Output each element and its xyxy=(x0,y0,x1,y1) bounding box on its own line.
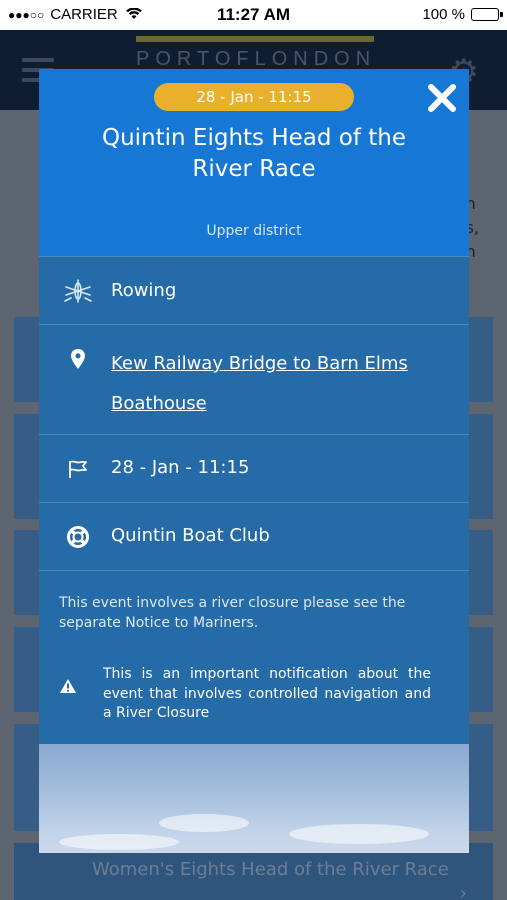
location-pin-icon xyxy=(63,344,93,374)
location-row[interactable]: Kew Railway Bridge to Barn Elms Boathous… xyxy=(39,324,469,434)
event-detail-modal: 28 - Jan - 11:15 Quintin Eights Head of … xyxy=(39,69,469,853)
battery-percent: 100 % xyxy=(422,6,465,23)
start-row: 28 - Jan - 11:15 xyxy=(39,434,469,502)
logo-text: PORTOFLONDON xyxy=(136,48,377,70)
warning-text: This is an important notification about … xyxy=(103,666,431,721)
close-icon[interactable] xyxy=(425,81,459,115)
start-time-label: 28 - Jan - 11:15 xyxy=(111,457,250,478)
close-button[interactable] xyxy=(425,81,459,115)
activity-row: Rowing xyxy=(39,256,469,324)
chevron-right-icon: › xyxy=(459,883,467,900)
flag-icon xyxy=(63,454,93,484)
location-link[interactable]: Kew Railway Bridge to Barn Elms Boathous… xyxy=(111,344,421,424)
battery-icon xyxy=(471,8,503,21)
activity-label: Rowing xyxy=(111,280,177,301)
modal-header: 28 - Jan - 11:15 Quintin Eights Head of … xyxy=(39,69,469,256)
warning-notification: This is an important notification about … xyxy=(39,640,469,743)
event-district: Upper district xyxy=(206,223,302,239)
event-photo xyxy=(39,744,469,853)
status-right: 100 % xyxy=(422,6,503,23)
river-closure-notice: This event involves a river closure plea… xyxy=(39,570,469,640)
status-bar: ●●●○○ CARRIER 11:27 AM 100 % xyxy=(0,0,507,30)
logo-bar xyxy=(136,36,374,42)
background-card-title: Women's Eights Head of the River Race xyxy=(92,859,449,880)
organiser-row: Quintin Boat Club xyxy=(39,502,469,570)
photo-cloud xyxy=(289,824,429,844)
port-of-london-logo: PORTOFLONDON xyxy=(136,36,374,71)
date-badge: 28 - Jan - 11:15 xyxy=(154,83,354,111)
lifebuoy-icon xyxy=(63,522,93,552)
photo-cloud xyxy=(159,814,249,832)
event-title: Quintin Eights Head of the River Race xyxy=(101,125,407,182)
photo-cloud xyxy=(59,834,179,850)
warning-icon xyxy=(59,678,77,698)
organiser-label: Quintin Boat Club xyxy=(111,525,270,546)
rowing-icon xyxy=(63,276,93,306)
